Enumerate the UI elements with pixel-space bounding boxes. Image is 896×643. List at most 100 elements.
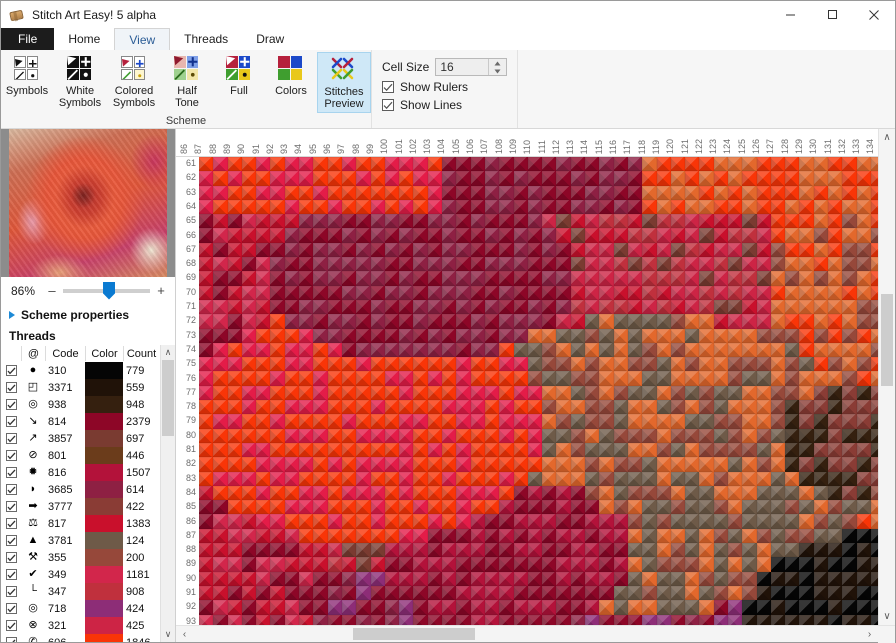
stitch-cell[interactable] (599, 157, 614, 172)
stitch-cell[interactable] (570, 185, 586, 201)
stitch-cell[interactable] (256, 285, 271, 301)
stitch-cell[interactable] (656, 271, 672, 286)
stitch-cell[interactable] (585, 557, 600, 572)
stitch-cell[interactable] (870, 157, 878, 172)
stitch-cell[interactable] (427, 242, 443, 258)
stitch-cell[interactable] (842, 485, 857, 501)
stitch-cell[interactable] (799, 528, 815, 544)
minimize-button[interactable] (769, 1, 811, 28)
stitch-cell[interactable] (785, 557, 800, 572)
stitch-cell[interactable] (356, 285, 371, 301)
stitch-cell[interactable] (870, 400, 878, 415)
stitch-cell[interactable] (685, 600, 700, 615)
thread-row[interactable]: ↘ 814 2379 (1, 413, 160, 430)
stitch-cell[interactable] (627, 485, 643, 501)
stitch-cell[interactable] (585, 157, 600, 172)
stitch-cell[interactable] (284, 371, 300, 387)
stitch-cell[interactable] (241, 471, 257, 487)
stitch-cell[interactable] (227, 228, 243, 244)
stitch-cell[interactable] (685, 571, 700, 587)
stitch-cell[interactable] (456, 214, 471, 229)
stitch-cell[interactable] (542, 385, 557, 401)
stitch-cell[interactable] (356, 242, 371, 258)
stitch-cell[interactable] (341, 557, 357, 572)
stitch-cell[interactable] (256, 457, 271, 472)
stitch-cell[interactable] (699, 557, 714, 572)
stitch-cell[interactable] (413, 400, 429, 415)
stitch-cell[interactable] (685, 371, 700, 387)
stitch-cell[interactable] (256, 514, 271, 530)
stitch-cell[interactable] (513, 357, 529, 372)
stitch-cell[interactable] (713, 257, 729, 272)
stitch-cell[interactable] (799, 485, 815, 501)
stitch-cell[interactable] (370, 500, 386, 515)
stitch-cell[interactable] (813, 428, 829, 444)
stitch-cell[interactable] (241, 385, 257, 401)
stitch-cell[interactable] (856, 357, 872, 372)
stitch-cell[interactable] (570, 271, 586, 286)
stitch-cell[interactable] (513, 543, 529, 558)
stitch-cell[interactable] (870, 285, 878, 301)
stitch-cell[interactable] (484, 585, 500, 601)
stitch-cell[interactable] (327, 199, 343, 215)
stitch-cell[interactable] (284, 299, 300, 315)
stitch-cell[interactable] (842, 357, 857, 372)
stitch-cell[interactable] (256, 299, 271, 315)
stitch-cell[interactable] (399, 428, 414, 444)
stitch-cell[interactable] (484, 543, 500, 558)
stitch-cell[interactable] (299, 457, 314, 472)
stitch-cell[interactable] (313, 342, 328, 358)
stitch-cell[interactable] (556, 257, 572, 272)
stitch-cell[interactable] (341, 414, 357, 429)
stitch-cell[interactable] (413, 428, 429, 444)
stitch-cell[interactable] (370, 585, 386, 601)
stitch-cell[interactable] (313, 457, 328, 472)
stitch-cell[interactable] (341, 214, 357, 229)
stitch-cell[interactable] (327, 585, 343, 601)
stitch-cell[interactable] (756, 171, 772, 186)
thread-row-checkbox[interactable] (1, 413, 21, 430)
stitch-cell[interactable] (213, 385, 228, 401)
stitch-cell[interactable] (570, 500, 586, 515)
stitch-cell[interactable] (384, 328, 400, 344)
stitch-cell[interactable] (685, 614, 700, 625)
stitch-cell[interactable] (599, 228, 614, 244)
stitch-cell[interactable] (785, 528, 800, 544)
stitch-cell[interactable] (327, 543, 343, 558)
stitch-cell[interactable] (613, 442, 629, 458)
stitch-cell[interactable] (442, 428, 457, 444)
stitch-cell[interactable] (427, 557, 443, 572)
stitch-cell[interactable] (799, 514, 815, 530)
stitch-cell[interactable] (599, 557, 614, 572)
stitch-cell[interactable] (513, 400, 529, 415)
stitch-cell[interactable] (413, 271, 429, 286)
stitch-cell[interactable] (742, 585, 757, 601)
stitch-cell[interactable] (599, 400, 614, 415)
stitch-cell[interactable] (199, 199, 214, 215)
stitch-cell[interactable] (299, 557, 314, 572)
stitch-cell[interactable] (756, 414, 772, 429)
stitch-cell[interactable] (570, 428, 586, 444)
stitch-cell[interactable] (370, 271, 386, 286)
stitch-cell[interactable] (670, 585, 686, 601)
stitch-cell[interactable] (427, 314, 443, 329)
stitch-cell[interactable] (341, 442, 357, 458)
stitch-cell[interactable] (627, 428, 643, 444)
stitch-cell[interactable] (227, 314, 243, 329)
stitch-cell[interactable] (699, 157, 714, 172)
stitch-cell[interactable] (599, 471, 614, 487)
stitch-cell[interactable] (785, 357, 800, 372)
stitch-cell[interactable] (427, 185, 443, 201)
thread-row-checkbox[interactable] (1, 600, 21, 617)
stitch-cell[interactable] (856, 285, 872, 301)
stitch-cell[interactable] (770, 414, 786, 429)
stitch-cell[interactable] (384, 214, 400, 229)
stitch-cell[interactable] (742, 400, 757, 415)
canvas-scroll-right-arrow[interactable]: › (861, 626, 878, 642)
stitch-cell[interactable] (484, 228, 500, 244)
stitch-cell[interactable] (384, 543, 400, 558)
stitch-cell[interactable] (756, 571, 772, 587)
stitch-cell[interactable] (413, 471, 429, 487)
stitch-cell[interactable] (870, 571, 878, 587)
stitch-cell[interactable] (742, 157, 757, 172)
